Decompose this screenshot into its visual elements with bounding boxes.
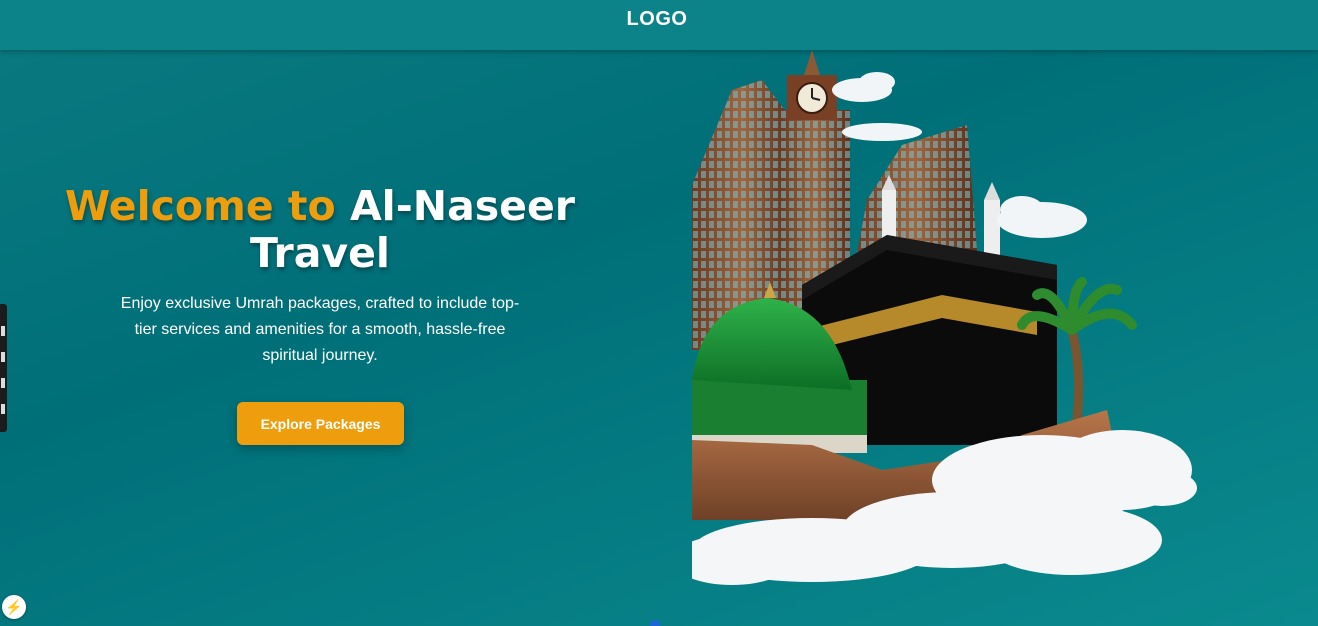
hero-title-highlight: Welcome to (65, 182, 336, 230)
toolbar-panel-icon[interactable] (1, 378, 5, 388)
hero-illustration (672, 50, 1202, 585)
devtools-side-toolbar[interactable] (0, 304, 7, 432)
hero-description: Enjoy exclusive Umrah packages, crafted … (120, 295, 520, 364)
hero-title: Welcome to Al-Naseer Travel (40, 183, 600, 277)
site-header: LOGO (0, 0, 1318, 50)
toolbar-settings-icon[interactable] (1, 404, 5, 414)
carousel-indicator[interactable] (650, 620, 660, 626)
toolbar-arrow-icon[interactable] (1, 352, 5, 362)
explore-packages-button[interactable]: Explore Packages (237, 402, 404, 445)
bolt-icon[interactable]: ⚡ (2, 595, 26, 619)
site-logo[interactable]: LOGO (627, 8, 688, 31)
toolbar-grid-icon[interactable] (1, 326, 5, 336)
mecca-medina-illustration (672, 50, 1197, 585)
